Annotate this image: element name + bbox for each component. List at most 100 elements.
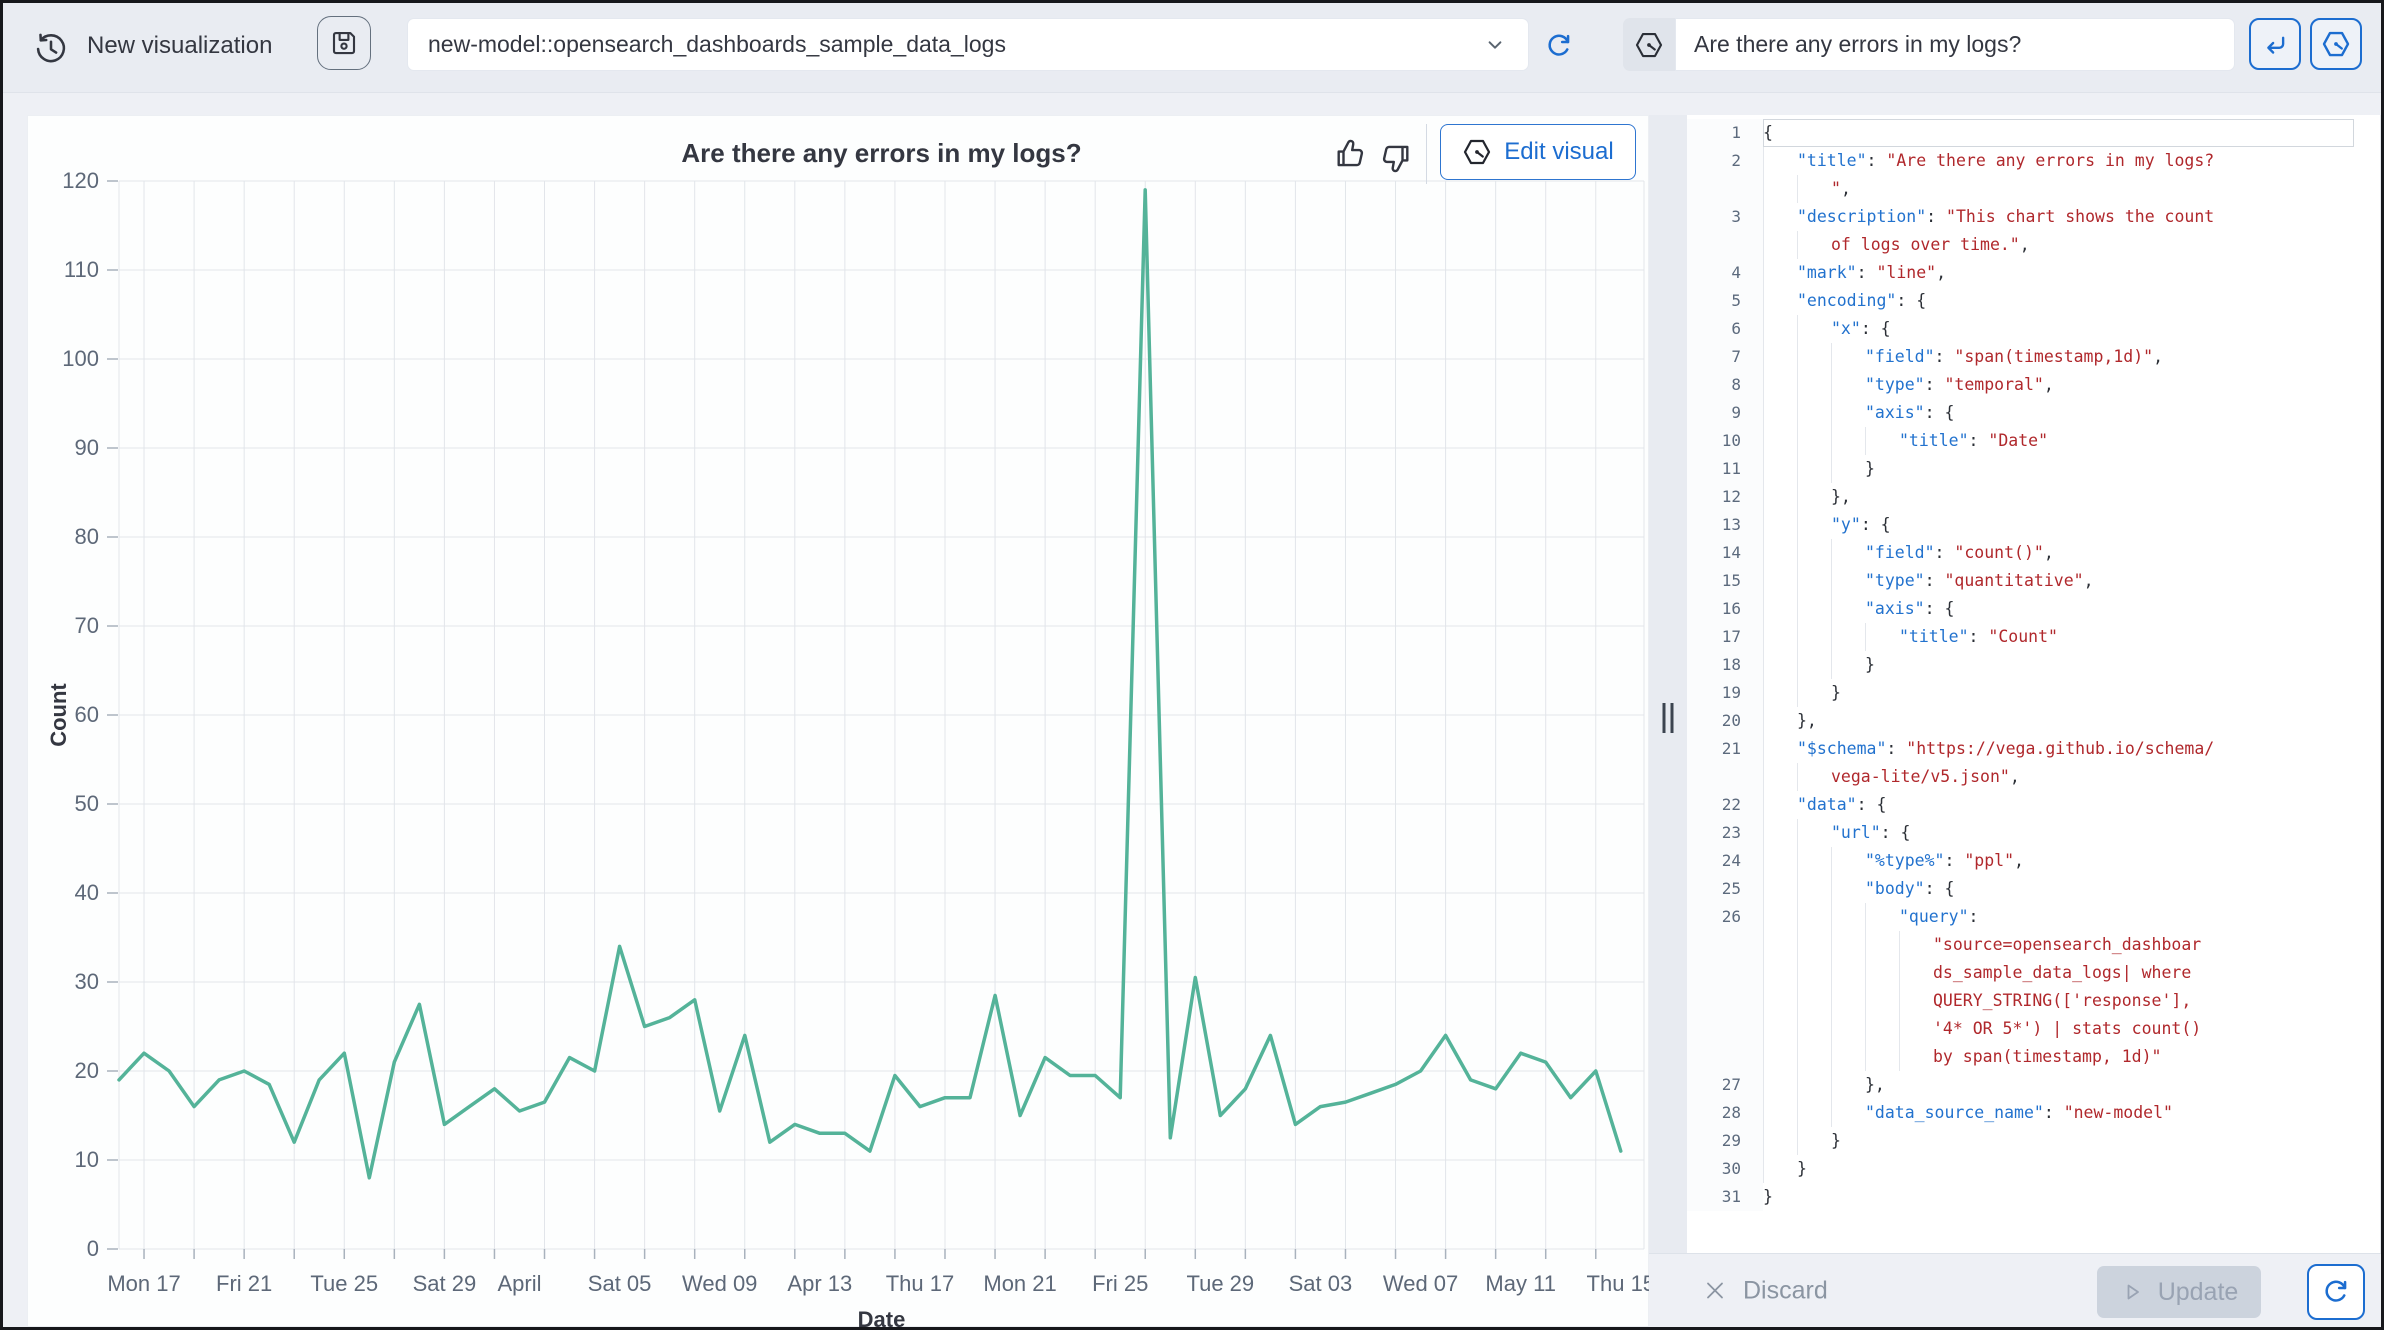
edit-visual-hexagon-icon xyxy=(1462,137,1492,167)
code-lines: 1{2"title": "Are there any errors in my … xyxy=(1687,119,2380,1211)
svg-text:Fri 25: Fri 25 xyxy=(1092,1271,1148,1296)
assistant-hexagon-icon xyxy=(1634,30,1664,60)
svg-text:20: 20 xyxy=(75,1058,99,1083)
code-line-wrap: vega-lite/v5.json", xyxy=(1687,763,2380,791)
code-line-17: 17"title": "Count" xyxy=(1687,623,2380,651)
svg-text:80: 80 xyxy=(75,524,99,549)
svg-text:Sat 05: Sat 05 xyxy=(588,1271,652,1296)
line-number: 10 xyxy=(1687,427,1763,455)
line-number: 12 xyxy=(1687,483,1763,511)
code-line-10: 10"title": "Date" xyxy=(1687,427,2380,455)
thumbs-up-button[interactable] xyxy=(1333,136,1369,172)
close-icon xyxy=(1703,1279,1727,1303)
code-line-26: 26"query": xyxy=(1687,903,2380,931)
code-line-2: 2"title": "Are there any errors in my lo… xyxy=(1687,147,2380,175)
line-number: 23 xyxy=(1687,819,1763,847)
discard-label: Discard xyxy=(1743,1276,1828,1305)
svg-text:Mon 21: Mon 21 xyxy=(983,1271,1056,1296)
line-number: 27 xyxy=(1687,1071,1763,1099)
line-number xyxy=(1687,175,1763,203)
refresh-preview-button[interactable] xyxy=(2307,1264,2365,1320)
update-button[interactable]: Update xyxy=(2097,1266,2261,1318)
code-line-13: 13"y": { xyxy=(1687,511,2380,539)
vega-spec-editor[interactable]: 1{2"title": "Are there any errors in my … xyxy=(1687,115,2381,1253)
play-icon xyxy=(2120,1280,2144,1304)
line-number: 31 xyxy=(1687,1183,1763,1211)
model-selector-value: new-model::opensearch_dashboards_sample_… xyxy=(428,31,1470,58)
line-number: 25 xyxy=(1687,875,1763,903)
line-number: 9 xyxy=(1687,399,1763,427)
line-number xyxy=(1687,987,1763,1015)
svg-text:30: 30 xyxy=(75,969,99,994)
line-chart: 0102030405060708090100110120Mon 17Fri 21… xyxy=(28,116,1650,1328)
line-number: 2 xyxy=(1687,147,1763,175)
ask-question-input[interactable] xyxy=(1675,18,2235,71)
refresh-data-button[interactable] xyxy=(1541,28,1577,64)
history-button[interactable] xyxy=(33,31,69,67)
line-number xyxy=(1687,1043,1763,1071)
svg-text:Wed 09: Wed 09 xyxy=(682,1271,757,1296)
svg-text:100: 100 xyxy=(62,346,99,371)
svg-text:Thu 15: Thu 15 xyxy=(1587,1271,1650,1296)
save-button[interactable] xyxy=(317,16,371,70)
svg-text:Fri 21: Fri 21 xyxy=(216,1271,272,1296)
svg-text:Tue 25: Tue 25 xyxy=(310,1271,378,1296)
code-line-20: 20}, xyxy=(1687,707,2380,735)
svg-text:Mon 17: Mon 17 xyxy=(107,1271,180,1296)
line-number: 8 xyxy=(1687,371,1763,399)
line-number: 21 xyxy=(1687,735,1763,763)
svg-text:May 11: May 11 xyxy=(1485,1271,1556,1296)
line-number: 22 xyxy=(1687,791,1763,819)
code-line-6: 6"x": { xyxy=(1687,315,2380,343)
opensearch-visualization-app: New visualization new-model::opensearch_… xyxy=(0,0,2384,1330)
svg-text:90: 90 xyxy=(75,435,99,460)
line-number: 6 xyxy=(1687,315,1763,343)
page-title: New visualization xyxy=(87,32,272,60)
code-line-4: 4"mark": "line", xyxy=(1687,259,2380,287)
model-selector[interactable]: new-model::opensearch_dashboards_sample_… xyxy=(407,18,1529,71)
svg-text:Tue 29: Tue 29 xyxy=(1186,1271,1254,1296)
toolbar-divider xyxy=(1426,124,1427,184)
code-line-wrap: QUERY_STRING(['response'], xyxy=(1687,987,2380,1015)
submit-question-button[interactable] xyxy=(2249,18,2301,70)
thumbs-down-button[interactable] xyxy=(1377,140,1413,176)
line-number: 19 xyxy=(1687,679,1763,707)
refresh-icon xyxy=(2320,1276,2352,1308)
line-number: 26 xyxy=(1687,903,1763,931)
edit-visual-label: Edit visual xyxy=(1504,138,1613,166)
refresh-icon xyxy=(1543,30,1575,62)
return-arrow-icon xyxy=(2260,29,2290,59)
line-number: 13 xyxy=(1687,511,1763,539)
svg-text:Apr 13: Apr 13 xyxy=(787,1271,852,1296)
line-number: 17 xyxy=(1687,623,1763,651)
line-number xyxy=(1687,959,1763,987)
edit-visual-button[interactable]: Edit visual xyxy=(1440,124,1636,180)
discard-button[interactable]: Discard xyxy=(1697,1275,1834,1306)
code-line-wrap: "source=opensearch_dashboar xyxy=(1687,931,2380,959)
line-number: 24 xyxy=(1687,847,1763,875)
line-number: 29 xyxy=(1687,1127,1763,1155)
line-number: 11 xyxy=(1687,455,1763,483)
line-number: 14 xyxy=(1687,539,1763,567)
panel-resize-divider[interactable] xyxy=(1649,115,1687,1327)
code-line-wrap: by span(timestamp, 1d)" xyxy=(1687,1043,2380,1071)
line-number: 16 xyxy=(1687,595,1763,623)
line-number: 30 xyxy=(1687,1155,1763,1183)
code-line-30: 30} xyxy=(1687,1155,2380,1183)
history-icon xyxy=(33,31,69,67)
code-line-29: 29} xyxy=(1687,1127,2380,1155)
svg-text:Date: Date xyxy=(858,1307,906,1328)
svg-text:50: 50 xyxy=(75,791,99,816)
generate-visualization-button[interactable] xyxy=(2310,18,2362,70)
svg-text:Thu 17: Thu 17 xyxy=(886,1271,955,1296)
svg-text:Sat 29: Sat 29 xyxy=(413,1271,477,1296)
code-line-wrap: '4* OR 5*') | stats count() xyxy=(1687,1015,2380,1043)
svg-text:Wed 07: Wed 07 xyxy=(1383,1271,1458,1296)
code-line-27: 27}, xyxy=(1687,1071,2380,1099)
line-number xyxy=(1687,231,1763,259)
code-line-1: 1{ xyxy=(1687,119,2380,147)
code-line-wrap: of logs over time.", xyxy=(1687,231,2380,259)
code-line-wrap: ", xyxy=(1687,175,2380,203)
chart-title: Are there any errors in my logs? xyxy=(119,138,1644,169)
code-line-25: 25"body": { xyxy=(1687,875,2380,903)
